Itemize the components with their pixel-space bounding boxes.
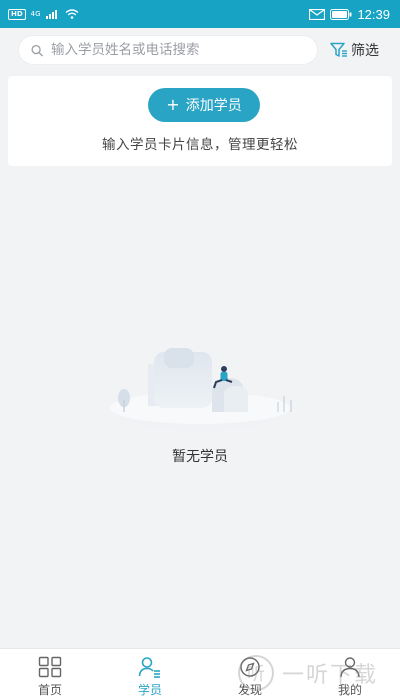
empty-state-text: 暂无学员 — [172, 449, 228, 465]
filter-button[interactable]: 筛选 — [330, 40, 379, 60]
search-box[interactable] — [18, 35, 318, 65]
add-student-hint: 输入学员卡片信息，管理更轻松 — [102, 137, 298, 153]
wifi-icon — [65, 9, 79, 19]
hd-badge: HD — [8, 8, 26, 20]
search-icon — [31, 44, 43, 56]
students-icon — [138, 657, 160, 678]
add-student-card: + 添加学员 输入学员卡片信息，管理更轻松 — [8, 76, 392, 166]
tab-home-label: 首页 — [37, 683, 62, 697]
search-input[interactable] — [51, 42, 305, 58]
bottom-tab-bar: 首页 学员 发现 我的 — [0, 648, 400, 700]
tab-profile[interactable]: 我的 — [300, 649, 400, 700]
status-bar: HD 4G 12:39 — [0, 0, 400, 28]
grid-icon — [38, 656, 62, 678]
mail-icon — [309, 8, 326, 20]
clock: 12:39 — [357, 6, 390, 22]
tab-discover-label: 发现 — [237, 683, 262, 697]
status-left: HD 4G — [8, 8, 79, 20]
tab-profile-label: 我的 — [337, 683, 362, 697]
filter-label: 筛选 — [351, 43, 379, 59]
plus-icon: + — [166, 95, 180, 114]
tab-discover[interactable]: 发现 — [200, 649, 300, 700]
add-student-label: 添加学员 — [185, 98, 242, 114]
signal-icon — [45, 10, 57, 19]
network-type: 4G — [30, 10, 41, 18]
battery-icon — [330, 8, 352, 20]
filter-icon — [330, 42, 347, 57]
status-right: 12:39 — [309, 7, 390, 22]
tab-home[interactable]: 首页 — [0, 649, 100, 700]
profile-icon — [340, 657, 360, 678]
discover-icon — [240, 657, 260, 677]
tab-students-label: 学员 — [137, 683, 162, 697]
add-student-button[interactable]: + 添加学员 — [148, 88, 260, 122]
empty-state-illustration — [88, 348, 312, 438]
search-header: 筛选 — [0, 28, 400, 72]
tab-students[interactable]: 学员 — [100, 649, 200, 700]
